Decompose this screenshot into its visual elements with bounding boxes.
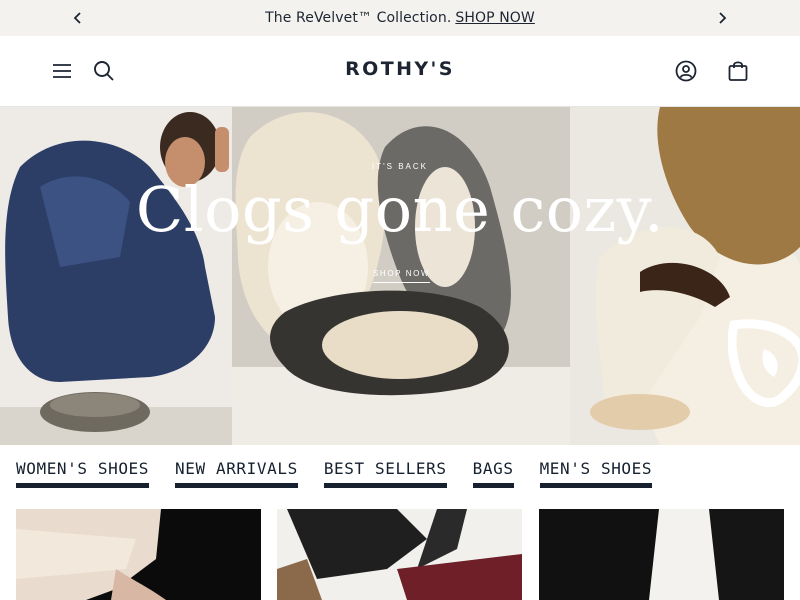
announcement-shop-link[interactable]: SHOP NOW: [455, 10, 534, 26]
brand-logo[interactable]: ROTHY'S: [345, 58, 455, 80]
category-nav: WOMEN'S SHOES NEW ARRIVALS BEST SELLERS …: [16, 459, 653, 489]
category-womens-shoes[interactable]: WOMEN'S SHOES: [16, 459, 150, 488]
hero-right-clog: [590, 394, 690, 430]
hero-clog-black-inner: [322, 311, 478, 379]
product-tile-3-image: [539, 509, 784, 600]
category-new-arrivals[interactable]: NEW ARRIVALS: [175, 459, 298, 488]
product-tile-1[interactable]: [16, 509, 261, 600]
product-tile-2-image: [277, 509, 522, 600]
category-best-sellers[interactable]: BEST SELLERS: [323, 459, 447, 488]
announcement-bar: The ReVelvet™ Collection. SHOP NOW: [0, 0, 800, 36]
shopping-bag-icon[interactable]: [726, 59, 750, 83]
product-tile-2[interactable]: [277, 509, 522, 600]
account-icon[interactable]: [674, 59, 698, 83]
chevron-right-icon[interactable]: [712, 8, 732, 28]
announcement-text: The ReVelvet™ Collection.: [265, 10, 452, 26]
hero-headline: Clogs gone cozy.: [135, 173, 665, 246]
chevron-left-icon[interactable]: [68, 8, 88, 28]
hero-banner[interactable]: IT'S BACK Clogs gone cozy. SHOP NOW: [0, 107, 800, 445]
hero-shop-now-link[interactable]: SHOP NOW: [373, 269, 431, 283]
category-mens-shoes[interactable]: MEN'S SHOES: [539, 459, 653, 488]
product-tiles: [16, 509, 784, 600]
hero-left-clog-top: [50, 393, 140, 417]
hero-kicker: IT'S BACK: [372, 162, 428, 171]
category-bags[interactable]: BAGS: [472, 459, 514, 488]
rothys-leaf-icon: [727, 317, 800, 412]
announcement-text-wrap: The ReVelvet™ Collection. SHOP NOW: [265, 10, 535, 26]
product-tile-1-image: [16, 509, 261, 600]
product-tile-3[interactable]: [539, 509, 784, 600]
site-header: ROTHY'S: [0, 36, 800, 107]
